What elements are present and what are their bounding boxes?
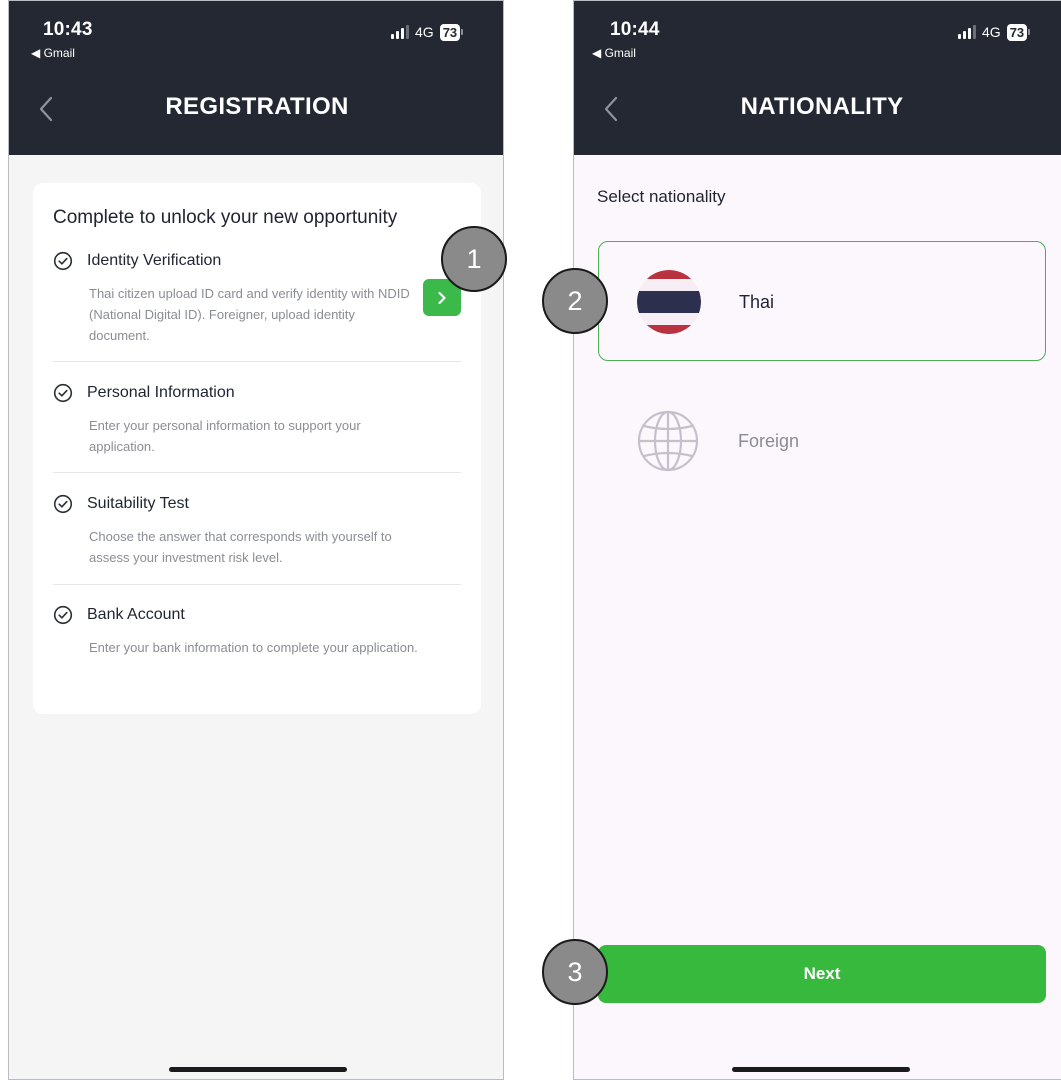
- status-indicators: 4G 73: [391, 23, 464, 41]
- header-bar: 10:43 ◀ Gmail 4G 73 REGISTRATION: [9, 1, 503, 155]
- divider: [53, 584, 461, 585]
- step-title: Identity Verification: [87, 252, 222, 269]
- back-to-gmail-link[interactable]: ◀ Gmail: [31, 46, 75, 60]
- page-title: NATIONALITY: [740, 93, 904, 120]
- battery-level: 73: [1006, 23, 1028, 41]
- check-circle-icon: [53, 494, 73, 514]
- page-title: REGISTRATION: [165, 93, 349, 120]
- status-indicators: 4G 73: [958, 23, 1031, 41]
- back-to-gmail-link[interactable]: ◀ Gmail: [592, 46, 636, 60]
- step-suitability-test[interactable]: Suitability Test Choose the answer that …: [53, 494, 461, 568]
- globe-icon: [636, 409, 700, 473]
- option-label: Foreign: [738, 431, 800, 451]
- annotation-badge-2: 2: [542, 268, 608, 334]
- thai-flag-icon: [637, 270, 701, 334]
- home-indicator: [732, 1067, 910, 1072]
- step-personal-information[interactable]: Personal Information Enter your personal…: [53, 383, 461, 457]
- status-time: 10:43: [43, 19, 93, 40]
- section-title: Select nationality: [597, 187, 726, 206]
- battery-icon: 73: [439, 23, 464, 41]
- step-description: Enter your personal information to suppo…: [89, 418, 361, 454]
- check-circle-icon: [53, 383, 73, 403]
- annotation-badge-1: 1: [441, 226, 507, 292]
- step-title: Suitability Test: [87, 495, 189, 512]
- check-circle-icon: [53, 605, 73, 625]
- nationality-option-foreign[interactable]: Foreign: [598, 381, 1046, 501]
- step-description: Choose the answer that corresponds with …: [89, 529, 392, 565]
- option-label: Thai: [739, 292, 775, 312]
- step-identity-verification[interactable]: Identity Verification Thai citizen uploa…: [53, 251, 461, 346]
- next-button[interactable]: Next: [598, 945, 1046, 1003]
- network-label: 4G: [415, 24, 434, 40]
- status-time: 10:44: [610, 19, 660, 40]
- card-title: Complete to unlock your new opportunity: [53, 207, 398, 228]
- nationality-screen: 10:44 ◀ Gmail 4G 73 NATIONALITY Select n…: [573, 0, 1061, 1080]
- divider: [53, 361, 461, 362]
- network-label: 4G: [982, 24, 1001, 40]
- step-title: Bank Account: [87, 606, 185, 623]
- signal-icon: [958, 25, 976, 39]
- signal-icon: [391, 25, 409, 39]
- step-title: Personal Information: [87, 384, 235, 401]
- step-description: Thai citizen upload ID card and verify i…: [89, 286, 410, 343]
- battery-icon: 73: [1006, 23, 1031, 41]
- registration-screen: 10:43 ◀ Gmail 4G 73 REGISTRATION Complet…: [8, 0, 504, 1080]
- check-circle-icon: [53, 251, 73, 271]
- header-bar: 10:44 ◀ Gmail 4G 73 NATIONALITY: [574, 1, 1061, 155]
- chevron-right-icon: [438, 291, 446, 304]
- divider: [53, 472, 461, 473]
- step-bank-account[interactable]: Bank Account Enter your bank information…: [53, 605, 461, 658]
- nationality-option-thai[interactable]: Thai: [598, 241, 1046, 361]
- home-indicator: [169, 1067, 347, 1072]
- registration-steps-card: Complete to unlock your new opportunity …: [33, 183, 481, 714]
- annotation-badge-3: 3: [542, 939, 608, 1005]
- step-description: Enter your bank information to complete …: [89, 640, 418, 655]
- battery-level: 73: [439, 23, 461, 41]
